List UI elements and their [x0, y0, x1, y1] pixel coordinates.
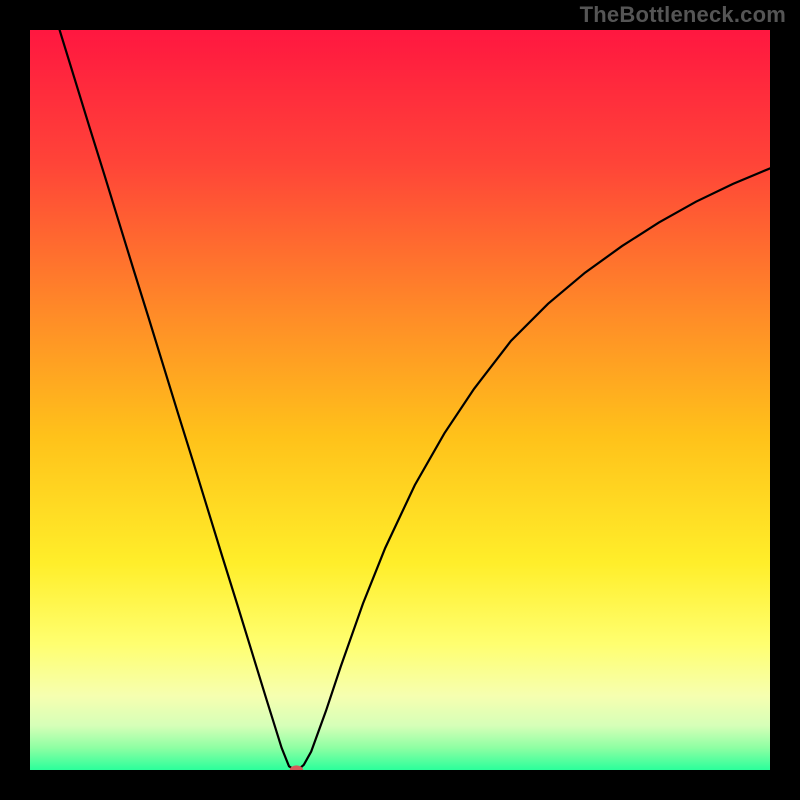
watermark-text: TheBottleneck.com	[580, 2, 786, 28]
chart-svg	[30, 30, 770, 770]
chart-frame: TheBottleneck.com	[0, 0, 800, 800]
plot-area	[30, 30, 770, 770]
gradient-background	[30, 30, 770, 770]
